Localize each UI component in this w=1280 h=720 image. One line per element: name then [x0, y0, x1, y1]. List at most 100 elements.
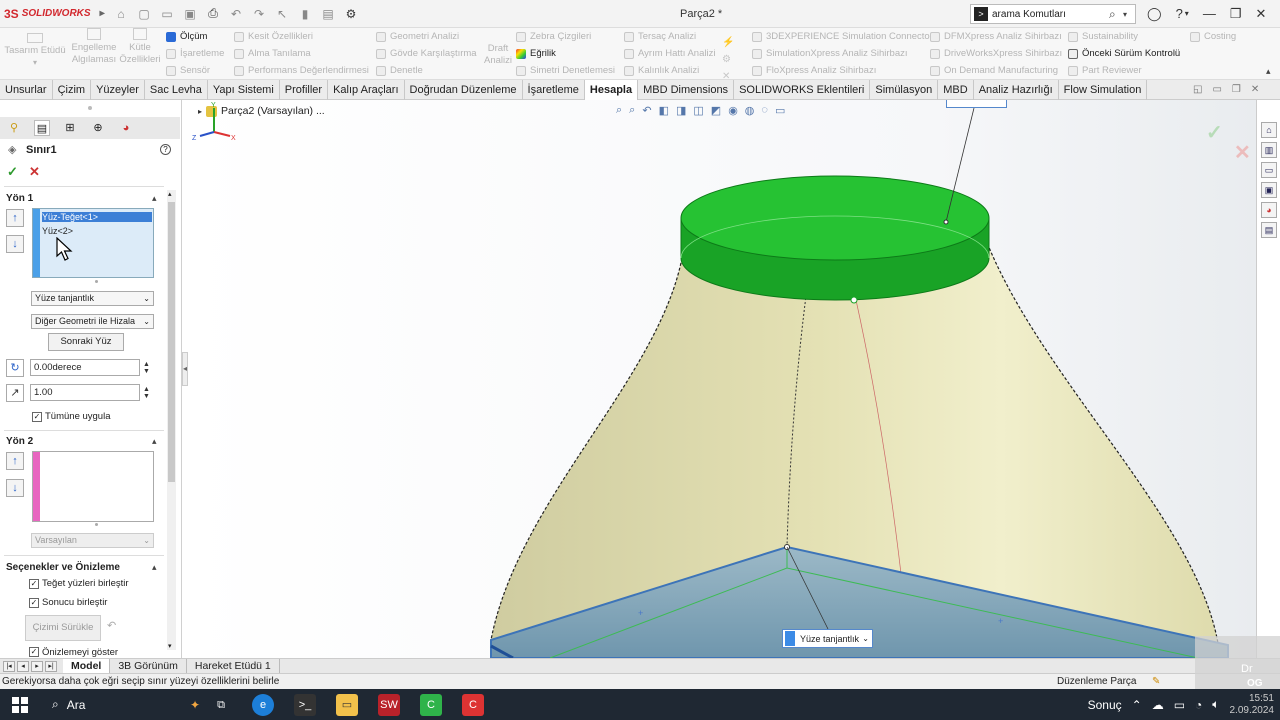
menu-expand-icon[interactable]: ▸: [100, 8, 105, 19]
next-tab-icon[interactable]: ▸: [31, 660, 43, 672]
open-folder-icon[interactable]: ▭: [160, 7, 174, 21]
tray-chevron-icon[interactable]: ⌃: [1132, 698, 1142, 712]
rebuild-icon[interactable]: ▮: [298, 7, 312, 21]
markup-tool[interactable]: İşaretleme: [166, 48, 224, 59]
geometry-analysis-tool[interactable]: Geometri Analizi: [376, 31, 459, 42]
view-settings-icon[interactable]: ▭: [775, 104, 785, 117]
display-manager-icon[interactable]: ◕: [118, 120, 134, 136]
help-dropdown-icon[interactable]: ▾: [1185, 9, 1189, 22]
apply-all-checkbox[interactable]: ✓ Tümüne uygula: [32, 411, 110, 422]
user-account-icon[interactable]: ◯: [1147, 6, 1162, 22]
battery-icon[interactable]: ▭: [1174, 698, 1185, 712]
body-compare-tool[interactable]: Gövde Karşılaştırma: [376, 48, 477, 59]
import-diagnostics-tool[interactable]: Alma Tanılama: [234, 48, 311, 59]
help-icon[interactable]: ?: [160, 144, 171, 155]
sustainability-tool[interactable]: Sustainability: [1068, 31, 1138, 42]
view-orientation-icon[interactable]: ◫: [693, 104, 703, 117]
save-icon[interactable]: ▣: [183, 7, 197, 21]
file-explorer-icon[interactable]: ▭: [336, 693, 358, 716]
tangent-length-spinner[interactable]: ▲ ▼: [143, 386, 150, 400]
tab-features[interactable]: Unsurlar: [0, 80, 53, 100]
doc-restore-icon[interactable]: ❐: [1232, 84, 1241, 95]
design-study-dropdown-icon[interactable]: ▾: [4, 57, 66, 69]
parting-line-analysis-tool[interactable]: Ayrım Hattı Analizi: [624, 48, 715, 59]
volume-icon[interactable]: 🔈︎: [1212, 697, 1219, 712]
custom-properties-icon[interactable]: ▤: [1261, 222, 1277, 238]
performance-evaluation-tool[interactable]: Performans Değerlendirmesi: [234, 65, 369, 76]
tab-analysis-prep[interactable]: Analiz Hazırlığı: [974, 80, 1059, 100]
apply-scene-icon[interactable]: ◌: [761, 104, 768, 117]
tab-mbd[interactable]: MBD: [938, 80, 974, 100]
search-icon[interactable]: ⌕: [1109, 7, 1123, 22]
design-library-icon[interactable]: ▥: [1261, 142, 1277, 158]
tab-3d-view[interactable]: 3B Görünüm: [110, 658, 187, 674]
top-cap-face[interactable]: [680, 175, 990, 261]
simulationxpress-tool[interactable]: SimulationXpress Analiz Sihirbazı: [752, 48, 908, 59]
move-up-icon[interactable]: ↑: [6, 452, 24, 470]
command-search-box[interactable]: > arama Komutları ⌕ ▾: [970, 4, 1136, 24]
network-icon[interactable]: ◔: [1195, 698, 1202, 712]
previous-version-check-tool[interactable]: Önceki Sürüm Kontrolü: [1068, 48, 1180, 59]
dynamic-annotation-icon[interactable]: ◨: [676, 104, 686, 117]
undercut-analysis-tool[interactable]: Tersaç Analizi: [624, 31, 696, 42]
tab-simulation[interactable]: Simülasyon: [870, 80, 939, 100]
drag-sketch-button[interactable]: Çizimi Sürükle: [25, 615, 101, 641]
display-style-icon[interactable]: ◩: [711, 104, 721, 117]
confirmation-ok-icon[interactable]: ✓: [1206, 120, 1223, 145]
file-properties-icon[interactable]: ▤: [321, 7, 335, 21]
file-explorer-icon[interactable]: ▭: [1261, 162, 1277, 178]
edit-appearance-icon[interactable]: ◍: [745, 104, 755, 117]
mass-properties-button[interactable]: Kütle Özellikleri: [118, 28, 162, 66]
section-view-icon[interactable]: ◧: [659, 104, 669, 117]
costing-tool[interactable]: Costing: [1190, 31, 1236, 42]
minimize-icon[interactable]: —: [1203, 6, 1216, 22]
check-tool[interactable]: Denetle: [376, 65, 423, 76]
direction2-tangency-dropdown[interactable]: Varsayılan ⌄: [31, 533, 154, 548]
ok-button[interactable]: ✓: [7, 164, 18, 180]
redo-icon[interactable]: ↷: [252, 7, 266, 21]
connector-point[interactable]: [850, 296, 858, 304]
cancel-button[interactable]: ✕: [29, 164, 40, 180]
solidworks-taskbar-icon[interactable]: SW: [378, 693, 400, 716]
tab-model[interactable]: Model: [63, 658, 111, 674]
taskbar-search[interactable]: ⌕ Ara ✦: [40, 697, 200, 712]
tab-solidworks-addins[interactable]: SOLIDWORKS Eklentileri: [734, 80, 871, 100]
section-properties-tool[interactable]: Kesit Özellikleri: [234, 31, 313, 42]
task-view-icon[interactable]: ⧉: [210, 694, 232, 716]
direction2-curves-list[interactable]: [32, 451, 154, 522]
feature-manager-icon[interactable]: ⚲: [6, 120, 22, 136]
zoom-to-area-icon[interactable]: ⌕: [629, 104, 635, 117]
tangent-length-input[interactable]: 1.00: [30, 384, 140, 401]
3d-model-view[interactable]: + +: [188, 100, 1256, 658]
tab-motion-study[interactable]: Hareket Etüdü 1: [187, 658, 280, 674]
tab-surfaces[interactable]: Yüzeyler: [91, 80, 145, 100]
direction1-collapse-icon[interactable]: ▴: [152, 193, 157, 204]
configuration-manager-icon[interactable]: ⊞: [62, 120, 78, 136]
print-icon[interactable]: ⎙: [206, 6, 220, 21]
dfmxpress-tool[interactable]: DFMXpress Analiz Sihirbazı: [930, 31, 1062, 42]
chevron-down-icon[interactable]: ⌄: [862, 634, 869, 643]
sensor-tool[interactable]: Sensör: [166, 65, 210, 76]
graphics-area[interactable]: + + ▸ Parça2 (Varsayılan) ... ⌕ ⌕ ↶ ◧ ◨ …: [188, 100, 1256, 658]
list-item[interactable]: Yüz-Teğet<1>: [42, 212, 152, 222]
last-tab-icon[interactable]: ▸|: [45, 660, 57, 672]
draft-analysis-button[interactable]: Draft Analizi: [484, 43, 512, 67]
view-palette-icon[interactable]: ▣: [1261, 182, 1277, 198]
zoom-to-fit-icon[interactable]: ⌕: [616, 104, 622, 117]
close-icon[interactable]: ✕: [1255, 6, 1266, 22]
terminal-icon[interactable]: >_: [294, 693, 316, 716]
confirmation-cancel-icon[interactable]: ✕: [1234, 140, 1251, 165]
move-up-icon[interactable]: ↑: [6, 209, 24, 227]
direction-callout-top[interactable]: [946, 100, 1007, 108]
property-manager-icon[interactable]: ▤: [34, 120, 50, 136]
measure-tool[interactable]: Ölçüm: [166, 31, 207, 42]
symmetry-check-tool[interactable]: Simetri Denetlemesi: [516, 65, 615, 76]
ribbon-collapse-icon[interactable]: ▴: [1266, 66, 1271, 77]
tab-structure-system[interactable]: Yapı Sistemi: [208, 80, 280, 100]
tab-flow-simulation[interactable]: Flow Simulation: [1059, 80, 1148, 100]
tab-markup[interactable]: İşaretleme: [523, 80, 585, 100]
first-tab-icon[interactable]: |◂: [3, 660, 15, 672]
tab-sheet-metal[interactable]: Sac Levha: [145, 80, 208, 100]
home-icon[interactable]: ⌂: [114, 7, 128, 21]
previous-view-icon[interactable]: ↶: [642, 104, 651, 117]
